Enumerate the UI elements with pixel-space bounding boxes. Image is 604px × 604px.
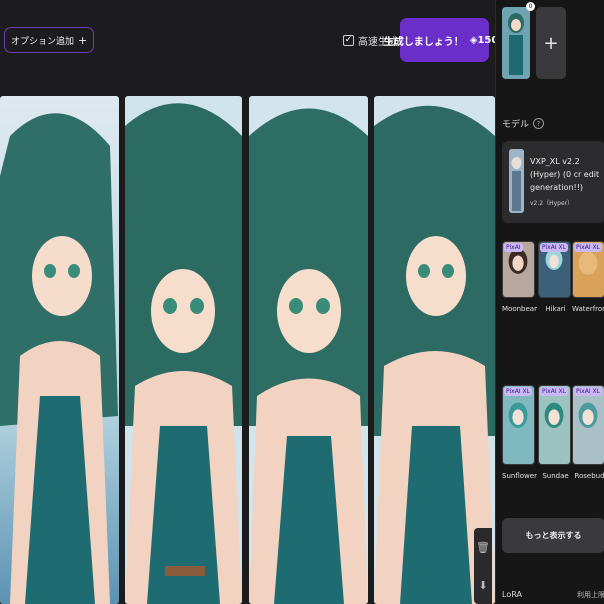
generated-image[interactable] bbox=[0, 96, 119, 604]
style-tag: PixAI bbox=[504, 243, 523, 252]
model-section-title: モデル ? bbox=[502, 117, 545, 130]
show-more-button[interactable]: もっと表示する bbox=[502, 518, 604, 553]
style-label: Moonbeam bbox=[502, 305, 537, 313]
style-thumbnail-art bbox=[539, 386, 570, 464]
style-label: Waterfront G g bbox=[572, 305, 604, 313]
style-tag: PixAI XL bbox=[540, 243, 568, 252]
style-label: Sunflower bbox=[502, 472, 537, 480]
style-thumbnail: PixAI XL bbox=[572, 385, 604, 465]
style-item[interactable]: PixAI XL Sunflower bbox=[502, 385, 537, 481]
style-tag: PixAI XL bbox=[504, 387, 532, 396]
style-label: Rosebud bbox=[574, 472, 604, 480]
help-icon[interactable]: ? bbox=[533, 118, 545, 129]
anime-girl-image bbox=[125, 96, 242, 604]
plus-icon: + bbox=[543, 32, 559, 54]
lora-limit-label[interactable]: 利用上限 bbox=[577, 590, 604, 600]
model-thumbnail bbox=[509, 149, 524, 213]
lora-title: LoRA bbox=[502, 590, 522, 599]
model-thumbnail-art bbox=[509, 149, 524, 213]
add-options-button[interactable]: オプション追加 + bbox=[4, 27, 95, 53]
model-version: v2.2（Hyper） bbox=[530, 200, 574, 207]
selected-model-card[interactable]: VXP_XL v2.2 (Hyper) (0 cr edit generatio… bbox=[502, 141, 604, 223]
checkbox-icon[interactable]: ✓ bbox=[343, 35, 354, 46]
settings-panel: 0 + モデル ? VXP_XL v2.2 (Hyper) (0 cr edit… bbox=[495, 0, 604, 604]
style-thumbnail: PixAI bbox=[502, 241, 535, 298]
model-title-label: モデル bbox=[502, 120, 530, 130]
model-name: VXP_XL v2.2 (Hyper) (0 cr edit generatio… bbox=[530, 157, 600, 192]
style-item[interactable]: PixAI XL Waterfront G g bbox=[572, 241, 604, 314]
style-item[interactable]: PixAI XL Hikari bbox=[538, 241, 573, 314]
style-thumbnail: PixAI XL bbox=[538, 241, 571, 298]
reference-count-badge: 0 bbox=[526, 2, 535, 11]
style-thumbnail-art bbox=[503, 386, 534, 464]
plus-icon: + bbox=[78, 33, 88, 47]
anime-girl-image bbox=[249, 96, 368, 604]
style-thumbnail: PixAI XL bbox=[538, 385, 571, 465]
download-icon[interactable]: ⬇ bbox=[478, 579, 487, 592]
image-side-tools: 🗑 ⬇ bbox=[474, 528, 492, 604]
reference-image[interactable] bbox=[502, 7, 530, 79]
trash-icon[interactable]: 🗑 bbox=[476, 541, 490, 554]
app-root: オプション追加 + ✓ 高速生成 ? 生成しましょう！ ◈1500 bbox=[0, 0, 604, 604]
generate-button[interactable]: 生成しましょう！ ◈1500 bbox=[384, 18, 505, 62]
style-item[interactable]: PixAI XL Rosebud bbox=[572, 385, 604, 481]
generate-label: 生成しましょう！ bbox=[383, 36, 464, 48]
style-thumbnail: PixAI XL bbox=[572, 241, 604, 298]
reference-image-art bbox=[502, 7, 530, 79]
add-options-label: オプション追加 bbox=[11, 36, 75, 47]
style-label: Sundae bbox=[542, 472, 569, 480]
style-tag: PixAI XL bbox=[574, 387, 602, 396]
generated-image[interactable] bbox=[125, 96, 242, 604]
anime-girl-image bbox=[0, 96, 119, 604]
add-reference-button[interactable]: + bbox=[536, 7, 566, 79]
style-tag: PixAI XL bbox=[540, 387, 568, 396]
lora-section-header: LoRA 利用上限 bbox=[502, 590, 604, 600]
style-item[interactable]: PixAI XL Sundae bbox=[538, 385, 573, 481]
top-toolbar: オプション追加 + ✓ 高速生成 ? 生成しましょう！ ◈1500 bbox=[0, 0, 505, 80]
generated-images: 🗑 ⬇ bbox=[0, 96, 495, 604]
style-item[interactable]: PixAI Moonbeam bbox=[502, 241, 537, 314]
style-label: Hikari bbox=[545, 305, 566, 313]
style-thumbnail-art bbox=[573, 386, 604, 464]
style-thumbnail: PixAI XL bbox=[502, 385, 535, 465]
generated-image[interactable] bbox=[249, 96, 368, 604]
style-tag: PixAI XL bbox=[574, 243, 602, 252]
